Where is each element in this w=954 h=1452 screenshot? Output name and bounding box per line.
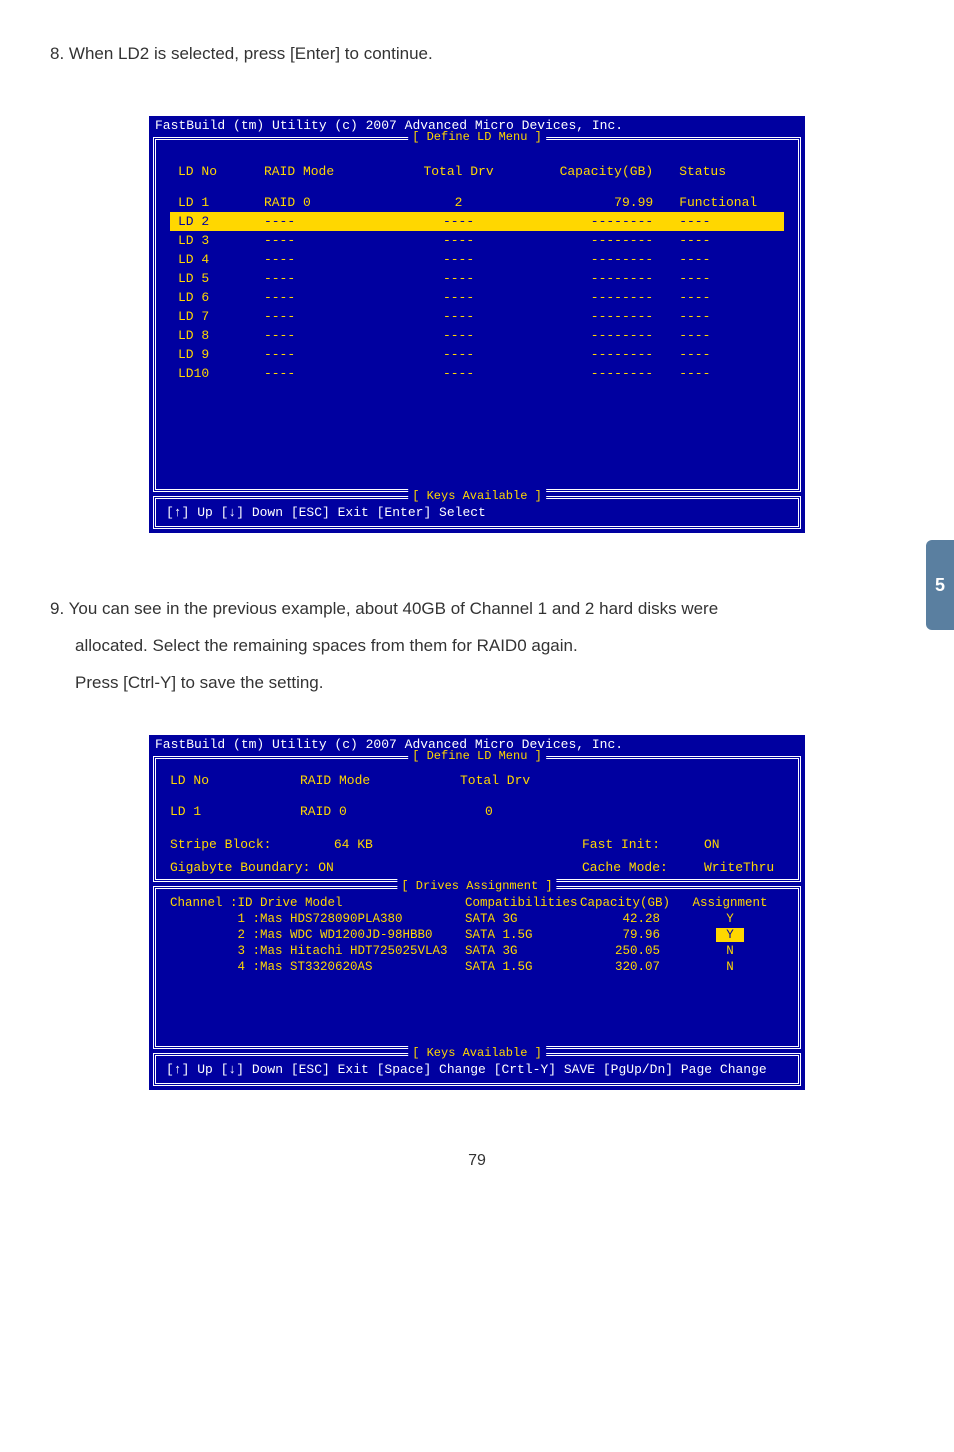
th-status: Status [661,160,784,183]
frame-title-define: [ Define LD Menu ] [408,130,546,144]
drive-row[interactable]: 2 :Mas WDC WD1200JD-98HBB0 SATA 1.5G 79.… [166,927,788,943]
info-headers: LD No RAID Mode Total Drv [156,769,798,792]
frame-title-define-2: [ Define LD Menu ] [408,749,546,763]
table-row[interactable]: LD10 ---- ---- -------- ---- [170,364,784,383]
drive-row[interactable]: 3 :Mas Hitachi HDT725025VLA3 SATA 3G 250… [166,943,788,959]
info-values: LD 1 RAID 0 0 [156,800,798,823]
step-9-line1: 9. You can see in the previous example, … [50,595,904,624]
keys-legend-1: [↑] Up [↓] Down [ESC] Exit [Enter] Selec… [156,499,798,526]
step-8: 8. When LD2 is selected, press [Enter] t… [50,40,904,69]
table-row[interactable]: LD 3 ---- ---- -------- ---- [170,231,784,250]
keys-frame-2: [ Keys Available ] [↑] Up [↓] Down [ESC]… [153,1053,801,1086]
bios-screen-1: FastBuild (tm) Utility (c) 2007 Advanced… [147,114,807,535]
define-ld-frame-1: [ Define LD Menu ] LD No RAID Mode Total… [153,137,801,492]
th-cap: Capacity(GB) [526,160,661,183]
table-row[interactable]: LD 5 ---- ---- -------- ---- [170,269,784,288]
table-row[interactable]: LD 7 ---- ---- -------- ---- [170,307,784,326]
th-ldno: LD No [170,160,256,183]
keys-legend-2: [↑] Up [↓] Down [ESC] Exit [Space] Chang… [156,1056,798,1083]
drive-row[interactable]: 4 :Mas ST3320620AS SATA 1.5G 320.07 N [166,959,788,975]
th-total: Total Drv [391,160,526,183]
giga-row: Gigabyte Boundary: ON Cache Mode: WriteT… [156,856,798,879]
ld-table: LD No RAID Mode Total Drv Capacity(GB) S… [170,150,784,483]
table-row[interactable]: LD 9 ---- ---- -------- ---- [170,345,784,364]
stripe-row: Stripe Block: 64 KB Fast Init: ON [156,833,798,856]
table-row[interactable]: LD 4 ---- ---- -------- ---- [170,250,784,269]
drive-row[interactable]: 1 :Mas HDS728090PLA380 SATA 3G 42.28 Y [166,911,788,927]
drives-title: [ Drives Assignment ] [397,879,556,893]
table-row[interactable]: LD 2 ---- ---- -------- ---- [170,212,784,231]
th-raid: RAID Mode [256,160,391,183]
step-9-line2: allocated. Select the remaining spaces f… [50,632,904,661]
side-tab: 5 [926,540,954,630]
table-row[interactable]: LD 1 RAID 0 2 79.99 Functional [170,193,784,212]
keys-title-1: [ Keys Available ] [408,489,546,503]
step-9-line3: Press [Ctrl-Y] to save the setting. [50,669,904,698]
drives-frame: [ Drives Assignment ] Channel :ID Drive … [153,886,801,1049]
table-row[interactable]: LD 6 ---- ---- -------- ---- [170,288,784,307]
bios-screen-2: FastBuild (tm) Utility (c) 2007 Advanced… [147,733,807,1092]
keys-frame-1: [ Keys Available ] [↑] Up [↓] Down [ESC]… [153,496,801,529]
table-row[interactable]: LD 8 ---- ---- -------- ---- [170,326,784,345]
page-number: 79 [50,1152,904,1170]
define-ld-frame-2: [ Define LD Menu ] LD No RAID Mode Total… [153,756,801,882]
keys-title-2: [ Keys Available ] [408,1046,546,1060]
drive-header-row: Channel :ID Drive Model Compatibilities … [166,895,788,911]
